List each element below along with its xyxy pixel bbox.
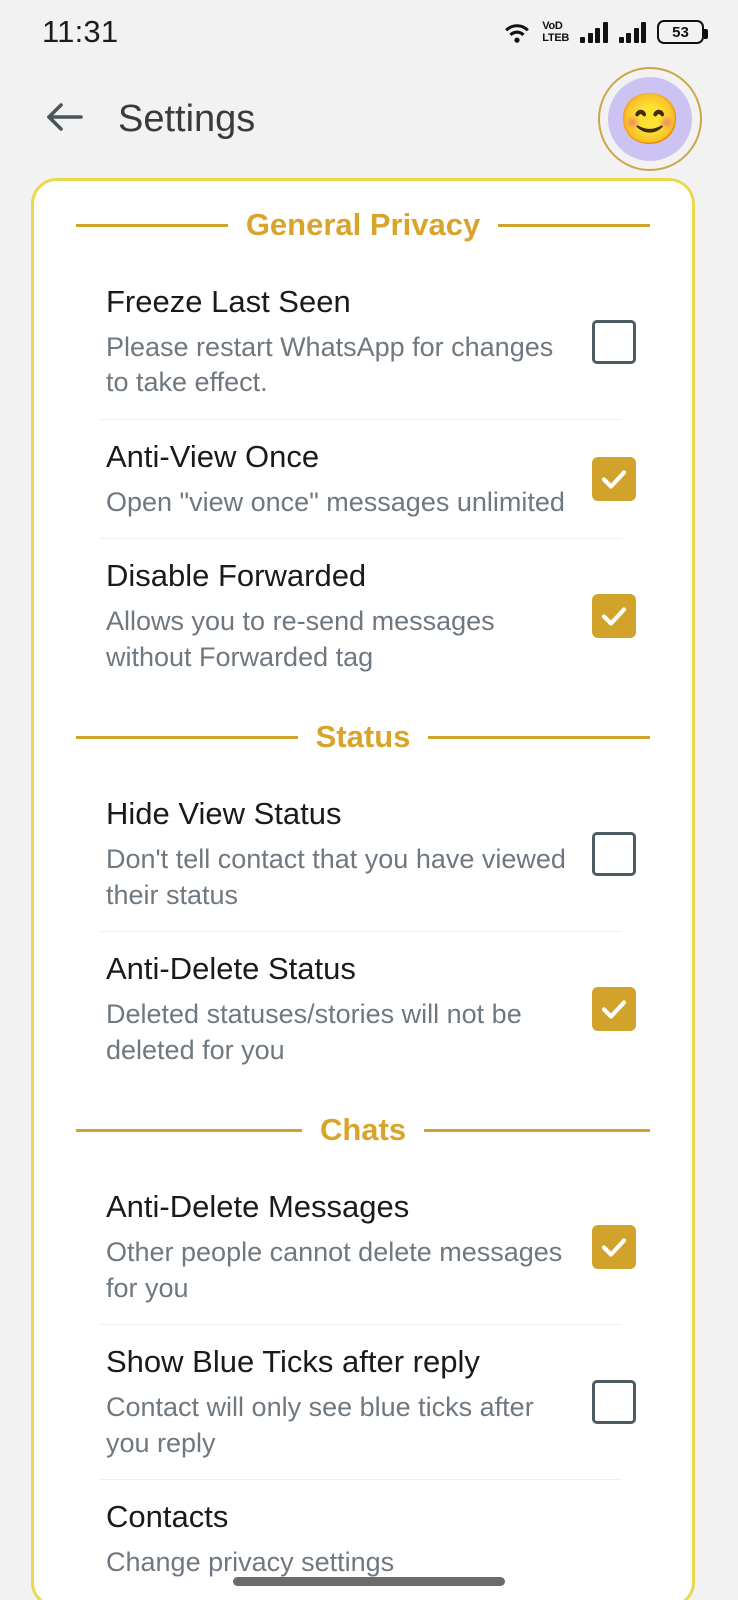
setting-title: Freeze Last Seen [106,284,351,319]
section-rule-right [428,735,650,739]
setting-row-text: Show Blue Ticks after reply Contact will … [106,1343,572,1461]
setting-subtitle: Open "view once" messages unlimited [106,486,565,517]
setting-subtitle: Please restart WhatsApp for changes to t… [106,331,554,398]
setting-row-text: Contacts Change privacy settings [106,1498,636,1580]
setting-row-text: Freeze Last Seen Please restart WhatsApp … [106,283,572,401]
setting-subtitle: Deleted statuses/stories will not be del… [106,999,522,1065]
setting-title: Disable Forwarded [106,558,367,594]
setting-title: Show Blue Ticks after reply [106,1344,480,1380]
section-header-general-privacy: General Privacy [34,181,692,265]
setting-title: Hide View Status [106,796,342,832]
setting-row-text: Anti-Delete Status Deleted statuses/stori… [106,950,572,1068]
checkbox-checked[interactable] [592,1225,636,1270]
checkbox-unchecked[interactable] [592,320,636,364]
setting-row-text: Anti-View Once Open "view once" messages … [106,438,572,520]
volte-line-2: LTEB [542,31,569,44]
section-title: Chats [319,1112,407,1148]
signal-bars-icon-2 [618,21,646,43]
status-bar-indicators: VoD LTEB 53 [503,19,708,45]
back-button[interactable] [34,88,96,150]
setting-row-show-blue-ticks-after-reply[interactable]: Show Blue Ticks after reply Contact will … [34,1325,692,1479]
avatar-emoji: 😊 [608,77,692,161]
setting-subtitle: Contact will only see blue ticks after y… [106,1392,534,1458]
setting-subtitle: Other people cannot delete messages for … [106,1237,563,1303]
setting-title: Contacts [106,1499,229,1535]
setting-row-anti-view-once[interactable]: Anti-View Once Open "view once" messages … [34,420,692,538]
setting-subtitle: Change privacy settings [106,1547,395,1578]
setting-row-anti-delete-status[interactable]: Anti-Delete Status Deleted statuses/stori… [34,932,692,1086]
volte-icon: VoD LTEB [542,19,569,45]
gesture-navigation-bar[interactable] [233,1577,505,1586]
setting-row-freeze-last-seen[interactable]: Freeze Last Seen Please restart WhatsApp … [34,265,692,419]
checkbox-checked[interactable] [592,457,636,502]
section-title: Status [315,719,411,755]
setting-subtitle: Allows you to re-send messages without F… [106,606,495,672]
setting-title: Anti-Delete Status [106,951,356,987]
setting-row-disable-forwarded[interactable]: Disable Forwarded Allows you to re-send m… [34,539,692,693]
checkbox-checked[interactable] [592,987,636,1032]
settings-card: General Privacy Freeze Last Seen Please re… [31,178,695,1600]
back-arrow-icon [41,93,89,146]
setting-row-text: Hide View Status Don't tell contact that … [106,795,572,913]
setting-title: Anti-Delete Messages [106,1189,410,1225]
setting-row-text: Disable Forwarded Allows you to re-send m… [106,557,572,675]
status-bar: 11:31 VoD LTEB 53 [0,0,738,64]
settings-sections: General Privacy Freeze Last Seen Please re… [34,181,692,1599]
volte-line-1: VoD [542,19,563,32]
setting-row-anti-delete-messages[interactable]: Anti-Delete Messages Other people cannot … [34,1170,692,1324]
section-rule-right [498,223,651,227]
setting-row-hide-view-status[interactable]: Hide View Status Don't tell contact that … [34,777,692,931]
page-title: Settings [118,97,256,140]
app-bar: Settings 😊 [0,64,738,174]
battery-icon: 53 [657,20,708,44]
setting-title: Anti-View Once [106,439,320,474]
checkbox-checked[interactable] [592,594,636,639]
signal-bars-icon-1 [580,21,608,43]
section-header-chats: Chats [34,1086,692,1170]
section-title: General Privacy [245,207,481,242]
wifi-icon [503,20,531,44]
section-header-status: Status [34,693,692,777]
status-bar-clock: 11:31 [42,14,119,49]
battery-level-text: 53 [672,23,689,41]
setting-subtitle: Don't tell contact that you have viewed … [106,844,566,910]
section-rule-left [76,1128,302,1132]
section-rule-left [76,735,298,739]
section-rule-right [424,1128,651,1132]
checkbox-unchecked[interactable] [592,832,636,877]
avatar[interactable]: 😊 [598,67,702,171]
phone-screen: 11:31 VoD LTEB 53 Settings 😊 General Pri… [0,0,738,1600]
setting-row-text: Anti-Delete Messages Other people cannot … [106,1188,572,1306]
section-rule-left [76,223,228,227]
checkbox-unchecked[interactable] [592,1380,636,1425]
